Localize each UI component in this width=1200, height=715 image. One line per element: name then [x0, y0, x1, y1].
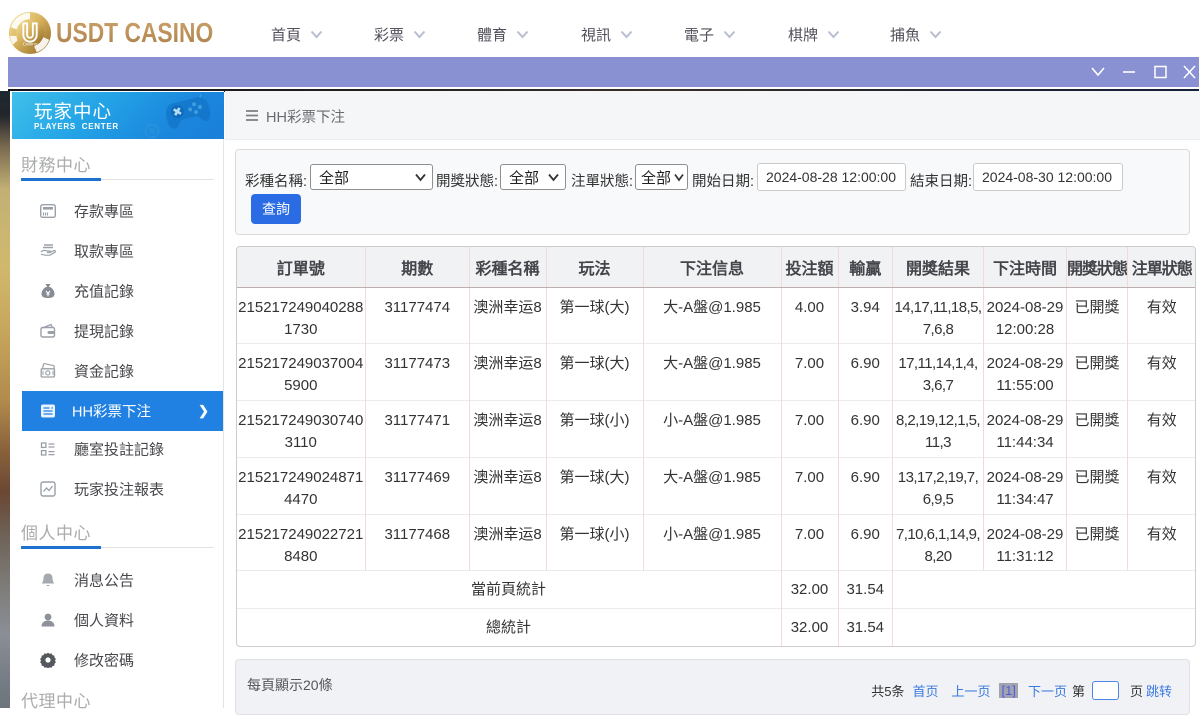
svg-text:Casino: Casino: [23, 41, 38, 47]
